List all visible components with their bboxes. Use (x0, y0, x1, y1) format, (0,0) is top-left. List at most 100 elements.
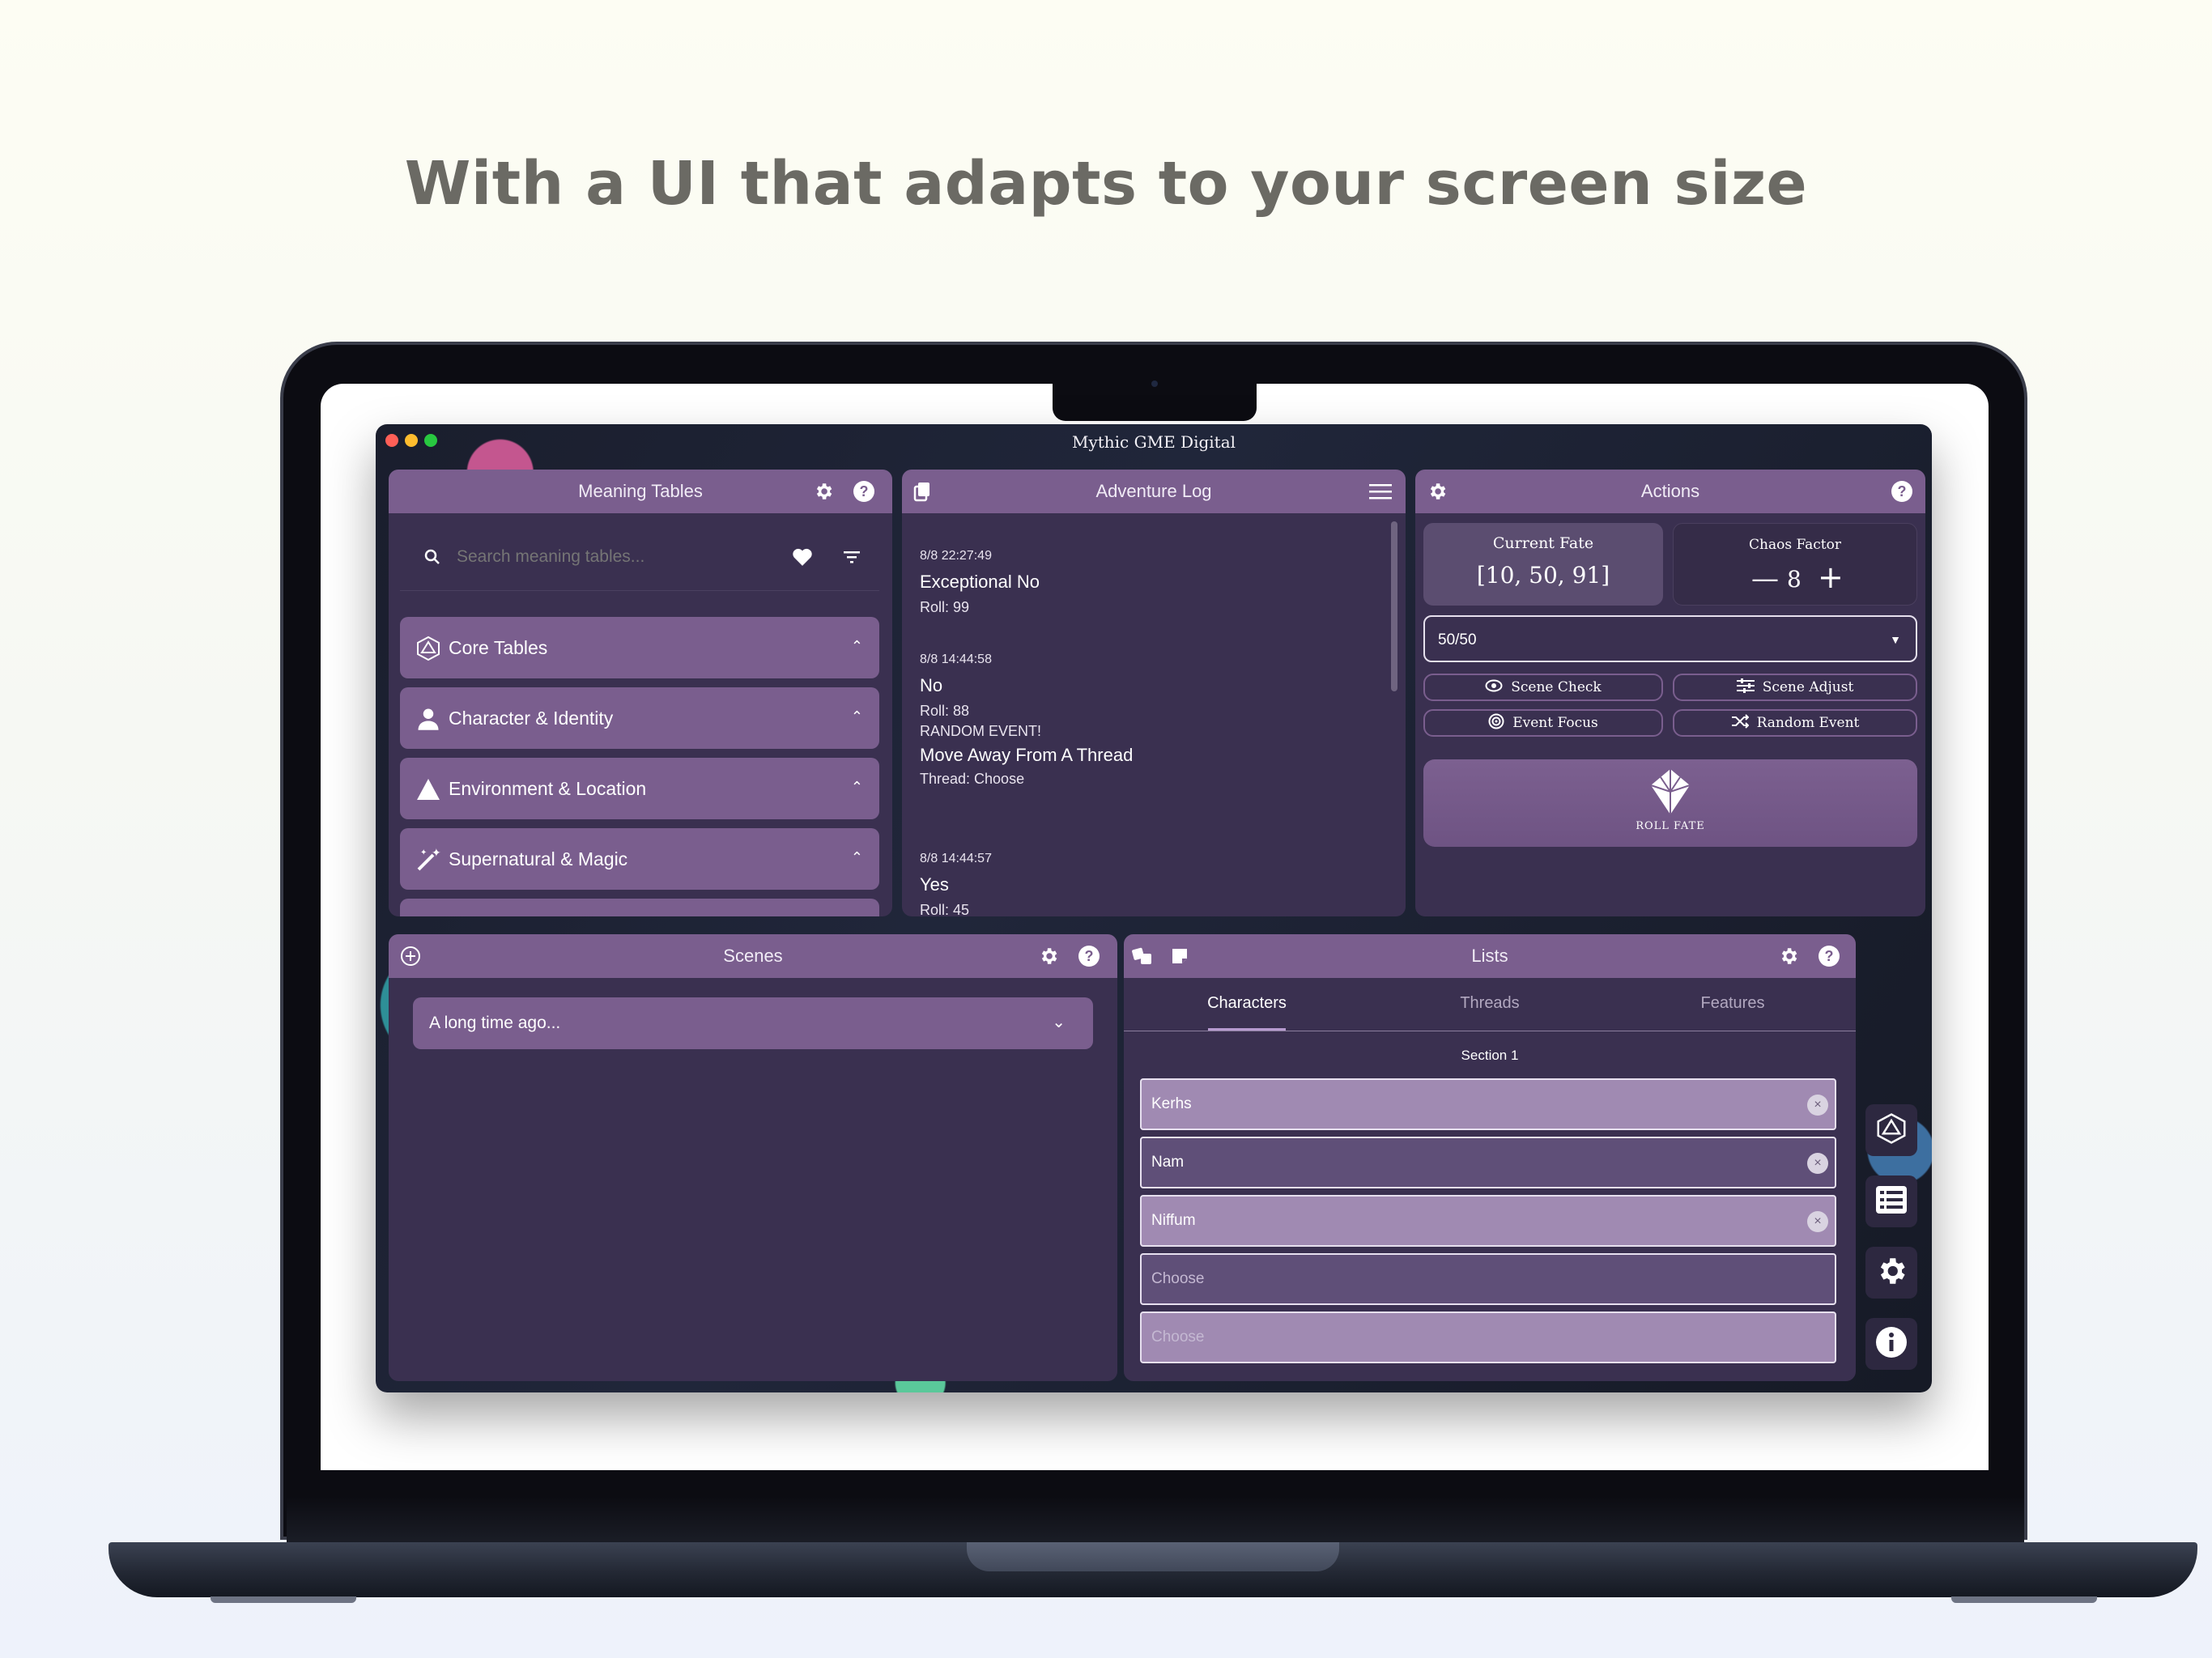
help-icon[interactable]: ? (1077, 944, 1101, 968)
roll-fate-label: ROLL FATE (1636, 820, 1705, 832)
app-title: Mythic GME Digital (1071, 432, 1236, 452)
log-result: Yes (920, 874, 949, 895)
gear-icon[interactable] (1776, 944, 1801, 968)
tab-characters[interactable]: Characters (1125, 994, 1368, 1013)
chaos-factor-box: Chaos Factor — 8 + (1673, 523, 1917, 606)
log-body[interactable]: 8/8 22:27:49 Exceptional No Roll: 99 8/8… (902, 513, 1406, 916)
chevron-down-icon: ▼ (1890, 633, 1901, 646)
chevron-down-icon: ⌄ (1052, 1014, 1066, 1031)
panel-title: Meaning Tables (578, 481, 703, 501)
log-roll: Roll: 45 (920, 902, 970, 916)
section-label: Section 1 (1461, 1048, 1519, 1063)
meaning-table-core-tables[interactable]: Core Tables ⌃ (400, 617, 879, 678)
meaning-table-label: Character & Identity (449, 707, 614, 729)
dock-d20-button[interactable] (1865, 1104, 1917, 1156)
dock-settings-button[interactable] (1865, 1247, 1917, 1299)
gear-icon (1874, 1254, 1908, 1292)
current-fate-label: Current Fate (1492, 534, 1594, 552)
log-timestamp: 8/8 22:27:49 (920, 549, 992, 563)
button-label: Random Event (1756, 715, 1860, 731)
mountain-icon (415, 776, 442, 803)
sliders-icon (1736, 678, 1755, 697)
scene-adjust-button[interactable]: Scene Adjust (1673, 674, 1917, 701)
close-icon[interactable]: × (1807, 1211, 1828, 1232)
log-entry: 8/8 14:44:58 No Roll: 88 RANDOM EVENT! M… (920, 653, 1133, 788)
help-icon[interactable]: ? (852, 479, 876, 504)
button-label: Scene Check (1511, 679, 1602, 695)
meaning-tables-panel: Meaning Tables ? Core Tables ⌃ (389, 470, 892, 916)
adventure-log-panel: Adventure Log 8/8 22:27:49 Exceptional N… (902, 470, 1406, 916)
dock-info-button[interactable] (1865, 1318, 1917, 1370)
magic-wand-icon: ✦ ✦ (415, 846, 442, 874)
gear-icon[interactable] (811, 479, 836, 504)
scenes-panel: Scenes ? A long time ago... ⌄ (389, 934, 1117, 1381)
random-event-button[interactable]: Random Event (1673, 709, 1917, 737)
titlebar: Mythic GME Digital (376, 424, 1932, 470)
chevron-up-icon: ⌃ (850, 708, 863, 725)
meaning-table-environment-location[interactable]: Environment & Location ⌃ (400, 758, 879, 819)
list-item[interactable]: Choose (1140, 1253, 1836, 1305)
shuffle-icon (1731, 713, 1750, 733)
gear-icon[interactable] (1036, 944, 1061, 968)
note-icon[interactable] (1168, 944, 1192, 968)
dock-list-button[interactable] (1865, 1175, 1917, 1227)
meaning-table-label: Supernatural & Magic (449, 848, 628, 869)
panel-title: Actions (1640, 481, 1700, 501)
search-icon (423, 547, 442, 571)
list-item[interactable]: Choose (1140, 1312, 1836, 1363)
meaning-table-character-identity[interactable]: Character & Identity ⌃ (400, 687, 879, 749)
copy-icon[interactable] (910, 479, 934, 504)
filter-icon[interactable] (842, 549, 861, 569)
add-scene-button[interactable] (398, 944, 423, 968)
help-icon[interactable]: ? (1817, 944, 1841, 968)
list-icon (1875, 1185, 1908, 1218)
person-icon (415, 705, 442, 733)
log-random-event-tag: RANDOM EVENT! (920, 723, 1042, 739)
panel-header: Actions ? (1415, 470, 1925, 513)
odds-select[interactable]: 50/50 ▼ (1423, 615, 1917, 662)
scene-select[interactable]: A long time ago... ⌄ (413, 997, 1093, 1049)
help-icon[interactable]: ? (1890, 479, 1914, 504)
log-result: Exceptional No (920, 572, 1040, 592)
log-entry: 8/8 14:44:57 Yes Roll: 45 (920, 852, 992, 916)
app-window: Mythic GME Digital Meaning Tables ? Sear… (376, 424, 1932, 1392)
meaning-table-supernatural-magic[interactable]: ✦ ✦ Supernatural & Magic ⌃ (400, 828, 879, 890)
list-item[interactable]: Nam × (1140, 1137, 1836, 1188)
close-icon[interactable]: × (1807, 1153, 1828, 1174)
svg-text:✦: ✦ (432, 847, 441, 860)
list-item-label: Kerhs (1151, 1095, 1192, 1112)
log-timestamp: 8/8 14:44:58 (920, 653, 992, 666)
camera-icon (1151, 380, 1158, 387)
dice-icon[interactable] (1130, 944, 1155, 968)
list-item[interactable]: Niffum × (1140, 1195, 1836, 1247)
meaning-table-item-partial[interactable] (400, 899, 879, 916)
log-thread: Thread: Choose (920, 771, 1025, 787)
laptop-hinge-notch (967, 1542, 1339, 1571)
tab-threads[interactable]: Threads (1368, 994, 1611, 1013)
heart-icon[interactable] (792, 547, 813, 571)
roll-fate-button[interactable]: ROLL FATE (1423, 759, 1917, 847)
log-roll: Roll: 99 (920, 599, 970, 615)
target-icon (1488, 713, 1504, 733)
laptop-foot (211, 1596, 356, 1603)
menu-icon[interactable] (1368, 479, 1393, 504)
log-roll: Roll: 88 (920, 703, 970, 719)
meaning-table-label: Environment & Location (449, 777, 647, 799)
tab-features[interactable]: Features (1611, 994, 1854, 1013)
list-item[interactable]: Kerhs × (1140, 1078, 1836, 1130)
laptop-foot (1951, 1596, 2097, 1603)
panel-header: Meaning Tables ? (389, 470, 892, 513)
event-focus-button[interactable]: Event Focus (1423, 709, 1663, 737)
minus-button[interactable]: — (1751, 563, 1779, 595)
panel-header: Lists ? (1124, 934, 1856, 978)
close-icon[interactable]: × (1807, 1095, 1828, 1116)
plus-button[interactable]: + (1818, 559, 1844, 595)
scrollbar[interactable] (1391, 521, 1397, 691)
gear-icon[interactable] (1425, 479, 1449, 504)
scene-check-button[interactable]: Scene Check (1423, 674, 1663, 701)
chevron-up-icon: ⌃ (850, 638, 863, 654)
eye-icon (1485, 679, 1503, 696)
search-input[interactable] (457, 547, 781, 567)
list-item-placeholder: Choose (1151, 1270, 1205, 1287)
active-tab-indicator (1208, 1028, 1286, 1031)
